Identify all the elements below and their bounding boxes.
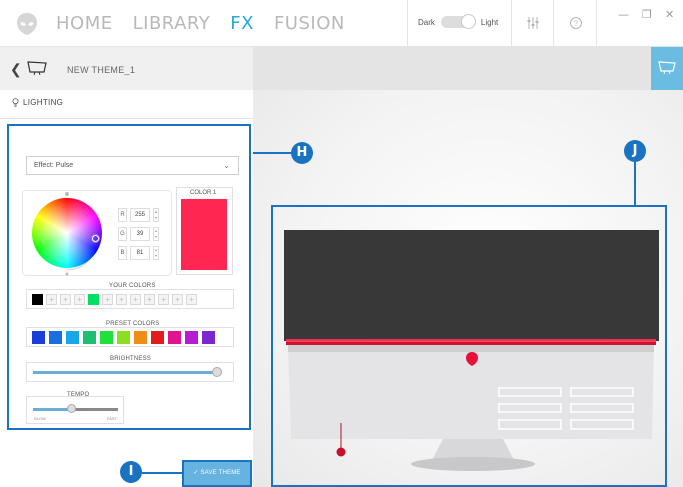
rgb-g-row: G 39 ▴ ▾ bbox=[118, 227, 159, 241]
tempo-fill bbox=[33, 408, 72, 411]
divider bbox=[407, 0, 408, 46]
chevron-left-icon[interactable]: ❮ bbox=[10, 61, 22, 78]
g-label: G bbox=[118, 227, 127, 241]
preset-color-swatch[interactable] bbox=[134, 331, 147, 344]
color1-label: COLOR 1 bbox=[190, 190, 217, 196]
chevron-down-icon: ⌄ bbox=[223, 161, 230, 170]
theme-switch[interactable] bbox=[440, 14, 476, 29]
bulb-icon bbox=[12, 98, 19, 107]
callout-line-j bbox=[634, 162, 636, 205]
callout-marker-h: H bbox=[291, 142, 313, 164]
callout-marker-i: I bbox=[120, 461, 142, 483]
your-color-swatch[interactable]: + bbox=[102, 294, 113, 305]
preset-color-swatch[interactable] bbox=[151, 331, 164, 344]
effect-value: Effect: Pulse bbox=[34, 162, 74, 169]
divider bbox=[0, 118, 253, 119]
your-color-swatch[interactable]: + bbox=[158, 294, 169, 305]
r-input[interactable]: 255 bbox=[130, 208, 150, 222]
color-wheel[interactable] bbox=[32, 198, 102, 268]
your-color-swatch[interactable]: + bbox=[130, 294, 141, 305]
brightness-track bbox=[33, 371, 218, 374]
preset-color-swatch[interactable] bbox=[117, 331, 130, 344]
minimize-button[interactable]: — bbox=[618, 8, 629, 21]
your-color-swatch[interactable]: + bbox=[46, 294, 57, 305]
tab-lighting[interactable]: LIGHTING bbox=[12, 98, 63, 107]
g-stepper[interactable]: ▴ ▾ bbox=[153, 227, 159, 241]
nav-home[interactable]: HOME bbox=[56, 13, 113, 41]
preset-colors-palette bbox=[26, 327, 234, 347]
preview-header bbox=[253, 46, 683, 90]
divider bbox=[553, 0, 554, 46]
preview-highlight bbox=[271, 205, 667, 487]
tempo-fast-label: FAST bbox=[107, 416, 118, 421]
light-label: Light bbox=[480, 17, 499, 27]
your-color-swatch[interactable]: + bbox=[74, 294, 85, 305]
tempo-handle[interactable] bbox=[67, 404, 77, 413]
your-color-swatch[interactable]: + bbox=[144, 294, 155, 305]
b-label: B bbox=[118, 246, 127, 260]
monitor-icon bbox=[27, 61, 47, 76]
save-theme-button[interactable]: ✓ SAVE THEME bbox=[182, 460, 252, 487]
your-color-swatch[interactable]: + bbox=[172, 294, 183, 305]
dark-label: Dark bbox=[418, 17, 435, 27]
nav-fx[interactable]: FX bbox=[230, 13, 254, 48]
your-colors-palette: + + + + + + + + + + bbox=[26, 289, 234, 309]
monitor-icon bbox=[658, 61, 676, 75]
close-button[interactable]: ✕ bbox=[665, 8, 674, 21]
rgb-r-row: R 255 ▴ ▾ bbox=[118, 208, 159, 222]
top-navigation-bar: HOME LIBRARY FX FUSION Dark Light ? — ❐ … bbox=[0, 0, 683, 48]
brightness-slider[interactable] bbox=[26, 362, 234, 382]
your-color-swatch[interactable]: + bbox=[60, 294, 71, 305]
b-input[interactable]: 81 bbox=[130, 246, 150, 260]
g-input[interactable]: 39 bbox=[130, 227, 150, 241]
color-wheel-cursor[interactable] bbox=[92, 235, 99, 242]
theme-name[interactable]: NEW THEME_1 bbox=[67, 65, 135, 75]
main-nav: HOME LIBRARY FX FUSION bbox=[56, 13, 365, 48]
device-button[interactable] bbox=[651, 47, 683, 90]
effect-dropdown[interactable]: Effect: Pulse ⌄ bbox=[26, 156, 239, 175]
b-stepper[interactable]: ▴ ▾ bbox=[153, 246, 159, 260]
your-color-swatch[interactable] bbox=[88, 294, 99, 305]
preset-color-swatch[interactable] bbox=[32, 331, 45, 344]
restore-button[interactable]: ❐ bbox=[642, 8, 652, 21]
preset-color-swatch[interactable] bbox=[49, 331, 62, 344]
preset-color-swatch[interactable] bbox=[66, 331, 79, 344]
theme-header: ❮ NEW THEME_1 bbox=[0, 46, 253, 90]
tempo-slider[interactable]: SLOW FAST bbox=[26, 396, 124, 424]
callout-line-i bbox=[142, 472, 182, 474]
r-stepper[interactable]: ▴ ▾ bbox=[153, 208, 159, 222]
preset-color-swatch[interactable] bbox=[185, 331, 198, 344]
nav-library[interactable]: LIBRARY bbox=[133, 13, 211, 41]
nav-fusion[interactable]: FUSION bbox=[274, 13, 345, 41]
rgb-b-row: B 81 ▴ ▾ bbox=[118, 246, 159, 260]
tab-lighting-label: LIGHTING bbox=[23, 98, 64, 107]
divider bbox=[596, 0, 597, 46]
your-color-swatch[interactable] bbox=[32, 294, 43, 305]
preset-color-swatch[interactable] bbox=[168, 331, 181, 344]
your-color-swatch[interactable]: + bbox=[186, 294, 197, 305]
help-icon[interactable]: ? bbox=[569, 16, 583, 30]
alien-logo-icon[interactable] bbox=[16, 12, 38, 36]
preset-color-swatch[interactable] bbox=[83, 331, 96, 344]
sliders-icon[interactable] bbox=[526, 16, 540, 30]
svg-text:?: ? bbox=[574, 21, 578, 28]
your-color-swatch[interactable]: + bbox=[116, 294, 127, 305]
theme-toggle[interactable]: Dark Light bbox=[418, 14, 499, 29]
callout-marker-j: J bbox=[624, 140, 646, 162]
preset-color-swatch[interactable] bbox=[100, 331, 113, 344]
r-label: R bbox=[118, 208, 127, 222]
tempo-slow-label: SLOW bbox=[34, 416, 46, 421]
preset-color-swatch[interactable] bbox=[202, 331, 215, 344]
brightness-handle[interactable] bbox=[212, 367, 223, 377]
callout-line-h bbox=[253, 152, 291, 154]
color1-swatch[interactable] bbox=[181, 199, 227, 270]
divider bbox=[511, 0, 512, 46]
